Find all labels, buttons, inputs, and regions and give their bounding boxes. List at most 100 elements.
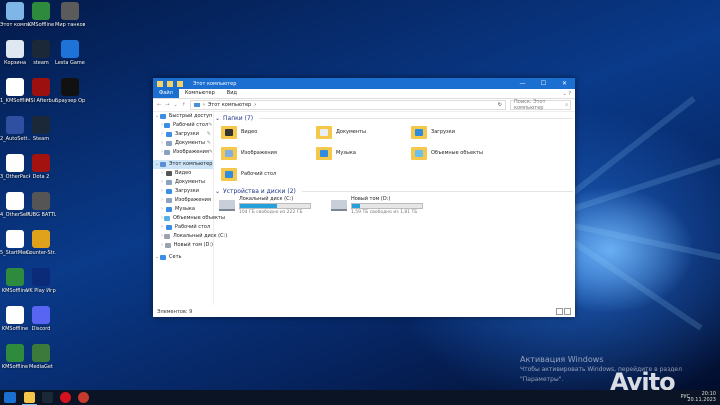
close-button[interactable]: ✕ xyxy=(554,80,575,87)
folder-item[interactable]: Объемные объекты xyxy=(411,144,506,162)
desktop-icon[interactable]: MSI Afterburner xyxy=(26,78,56,104)
nav-item-icon xyxy=(166,132,172,137)
desktop-icon[interactable]: VK Play Игрове... xyxy=(26,268,56,294)
title-bar[interactable]: Этот компьютер — ☐ ✕ xyxy=(153,78,575,89)
nav-item[interactable]: › Изображения xyxy=(153,196,213,205)
quick-access-toolbar[interactable] xyxy=(153,80,183,87)
desktop-icon[interactable]: KMSoffline xyxy=(26,2,56,28)
desktop-icon[interactable]: Мир танков xyxy=(55,2,85,28)
folder-item[interactable]: Видео xyxy=(221,123,316,141)
folder-item[interactable]: Загрузки xyxy=(411,123,506,141)
navigation-pane[interactable]: ⌄ Быстрый доступ › Рабочий стол ✎ › Загрузки ✎ ›… xyxy=(153,112,227,305)
status-bar-count: Элементов: 9 xyxy=(157,309,193,315)
nav-item[interactable]: › Новый том (D:) xyxy=(153,241,213,250)
nav-item-label: Новый том (D:) xyxy=(173,242,213,248)
chevron-right-icon[interactable]: › xyxy=(161,178,165,187)
breadcrumb-separator: › xyxy=(202,102,205,108)
chevron-right-icon[interactable]: › xyxy=(161,187,165,196)
nav-item[interactable]: › Изображения ✎ xyxy=(153,148,213,157)
nav-item[interactable]: › Локальный диск (C:) xyxy=(153,232,227,241)
app-icon xyxy=(6,268,24,286)
minimize-button[interactable]: — xyxy=(512,80,533,87)
nav-item[interactable]: ⌄ Этот компьютер xyxy=(153,160,213,169)
nav-item[interactable]: › Загрузки ✎ xyxy=(153,130,213,139)
nav-item[interactable]: › Документы ✎ xyxy=(153,139,213,148)
nav-item-icon xyxy=(160,114,166,119)
nav-item[interactable]: › Загрузки xyxy=(153,187,213,196)
address-bar[interactable]: › Этот компьютер › ↻ xyxy=(189,100,506,110)
properties-icon[interactable] xyxy=(167,80,173,87)
folders-group-header[interactable]: ⌄ Папки (7) xyxy=(215,114,573,123)
tab-computer[interactable]: Компьютер xyxy=(179,89,221,98)
chevron-right-icon[interactable]: › xyxy=(161,214,163,223)
folder-item[interactable]: Музыка xyxy=(316,144,411,162)
nav-item[interactable]: ⌄ Быстрый доступ xyxy=(153,112,213,121)
pin-icon[interactable]: ✎ xyxy=(207,139,213,148)
file-explorer-taskbar-icon[interactable] xyxy=(24,392,35,403)
chevron-down-icon[interactable]: ⌄ xyxy=(155,112,159,121)
chevron-right-icon[interactable]: › xyxy=(161,139,165,148)
desktop-icon[interactable]: Браузер Opera GX xyxy=(55,78,85,104)
folder-item[interactable]: Документы xyxy=(316,123,411,141)
forward-arrow-icon[interactable]: → xyxy=(165,102,169,108)
chevron-right-icon[interactable]: › xyxy=(161,121,163,130)
folder-name: Рабочий стол xyxy=(241,171,277,177)
app-taskbar-icon[interactable] xyxy=(78,392,89,403)
nav-item[interactable]: › Видео xyxy=(153,169,213,178)
chevron-down-icon: ⌄ xyxy=(215,115,221,122)
help-icon[interactable]: ? xyxy=(568,91,571,97)
nav-item[interactable]: ⌄ Сеть xyxy=(153,253,213,262)
nav-item[interactable]: › Музыка xyxy=(153,205,213,214)
folder-glyph xyxy=(415,128,423,136)
chevron-right-icon[interactable]: › xyxy=(161,169,165,178)
desktop-icon[interactable]: Dota 2 xyxy=(26,154,56,180)
breadcrumb[interactable]: Этот компьютер xyxy=(208,102,251,108)
desktop-icon[interactable]: steam xyxy=(26,40,56,66)
desktop-icon[interactable]: Steam xyxy=(26,116,56,142)
nav-item[interactable]: › Документы xyxy=(153,178,213,187)
nav-item[interactable]: › Рабочий стол xyxy=(153,223,213,232)
chevron-right-icon[interactable]: › xyxy=(161,223,165,232)
drive-item[interactable]: Новый том (D:) 1,59 ТБ свободно из 1,81 Т… xyxy=(331,196,423,215)
search-input[interactable]: Поиск: Этот компьютер ⌕ xyxy=(510,99,571,111)
chevron-right-icon[interactable]: › xyxy=(161,130,165,139)
start-button[interactable] xyxy=(4,392,16,403)
chevron-right-icon[interactable]: › xyxy=(161,205,165,214)
chevron-right-icon[interactable]: › xyxy=(161,241,164,250)
chevron-right-icon[interactable]: › xyxy=(161,232,163,241)
pin-icon[interactable]: ✎ xyxy=(207,130,213,139)
explorer-window[interactable]: Этот компьютер — ☐ ✕ Файл Компьютер Вид … xyxy=(153,78,575,317)
chevron-down-icon[interactable]: ⌄ xyxy=(155,160,159,169)
expand-ribbon-icon[interactable]: ⌄ xyxy=(563,91,567,97)
desktop-icon[interactable]: Lesta Game Center xyxy=(55,40,85,66)
back-arrow-icon[interactable]: ← xyxy=(157,102,161,108)
pin-icon[interactable]: ✎ xyxy=(208,121,214,130)
drive-item[interactable]: Локальный диск (C:) 104 ГБ свободно из 22… xyxy=(219,196,311,215)
desktop-icon[interactable]: MediaGet xyxy=(26,344,56,370)
desktop-icon[interactable]: PUBG BATTLEGR... xyxy=(26,192,56,218)
folder-item[interactable]: Изображения xyxy=(221,144,316,162)
chevron-right-icon[interactable]: › xyxy=(161,148,163,157)
breadcrumb-chevron-icon[interactable]: › xyxy=(254,102,256,108)
desktop-icon[interactable]: Discord xyxy=(26,306,56,332)
large-icons-view-icon[interactable] xyxy=(564,308,571,315)
clock[interactable]: 20:10 20.11.2023 xyxy=(687,391,716,403)
refresh-icon[interactable]: ↻ xyxy=(498,102,505,108)
nav-item[interactable]: › Объемные объекты xyxy=(153,214,225,223)
maximize-button[interactable]: ☐ xyxy=(533,80,554,87)
new-folder-icon[interactable] xyxy=(177,80,183,87)
details-view-icon[interactable] xyxy=(556,308,563,315)
desktop-icon[interactable]: Counter-Str... Global Offe... xyxy=(26,230,56,256)
up-arrow-icon[interactable]: ↑ xyxy=(182,102,186,108)
opera-gx-taskbar-icon[interactable] xyxy=(60,392,71,403)
steam-taskbar-icon[interactable] xyxy=(42,392,53,403)
recent-chevron-icon[interactable]: ⌄ xyxy=(173,102,177,108)
nav-item[interactable]: › Рабочий стол ✎ xyxy=(153,121,213,130)
folder-item[interactable]: Рабочий стол xyxy=(221,165,316,183)
tab-view[interactable]: Вид xyxy=(221,89,243,98)
chevron-down-icon[interactable]: ⌄ xyxy=(155,253,159,262)
chevron-right-icon[interactable]: › xyxy=(161,196,165,205)
tab-file[interactable]: Файл xyxy=(153,89,179,98)
drives-group-header[interactable]: ⌄ Устройства и диски (2) xyxy=(215,187,573,196)
folder-icon[interactable] xyxy=(157,80,163,87)
